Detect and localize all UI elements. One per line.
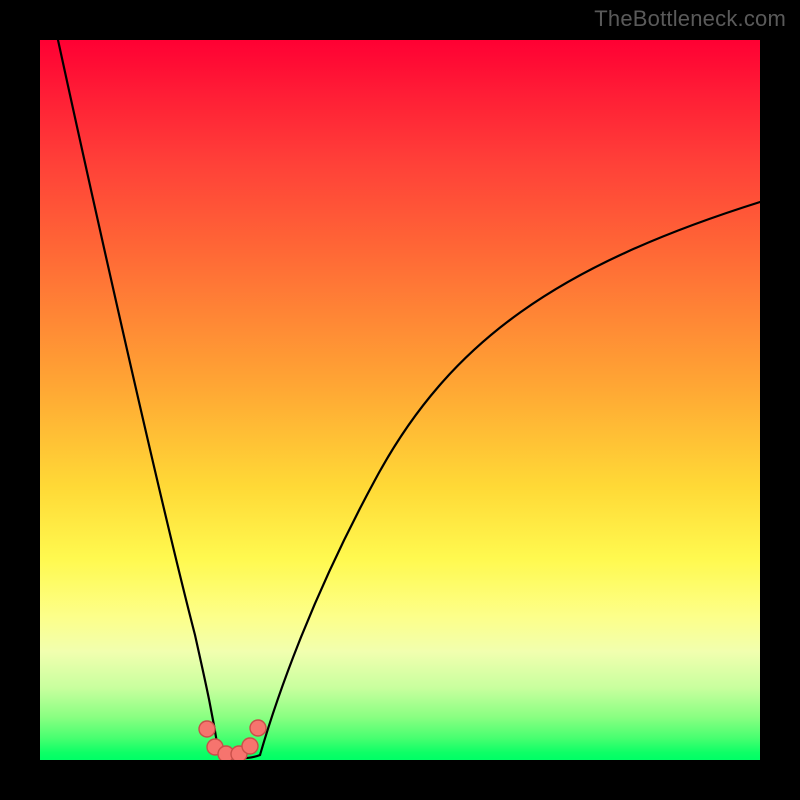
- curve-left: [58, 40, 219, 755]
- curve-right: [260, 202, 760, 755]
- chart-svg: [40, 40, 760, 760]
- marker-dot: [199, 721, 215, 737]
- chart-container: TheBottleneck.com: [0, 0, 800, 800]
- marker-group: [199, 720, 266, 760]
- marker-dot: [250, 720, 266, 736]
- curve-group: [58, 40, 760, 758]
- watermark-text: TheBottleneck.com: [594, 6, 786, 32]
- plot-area: [40, 40, 760, 760]
- marker-dot: [242, 738, 258, 754]
